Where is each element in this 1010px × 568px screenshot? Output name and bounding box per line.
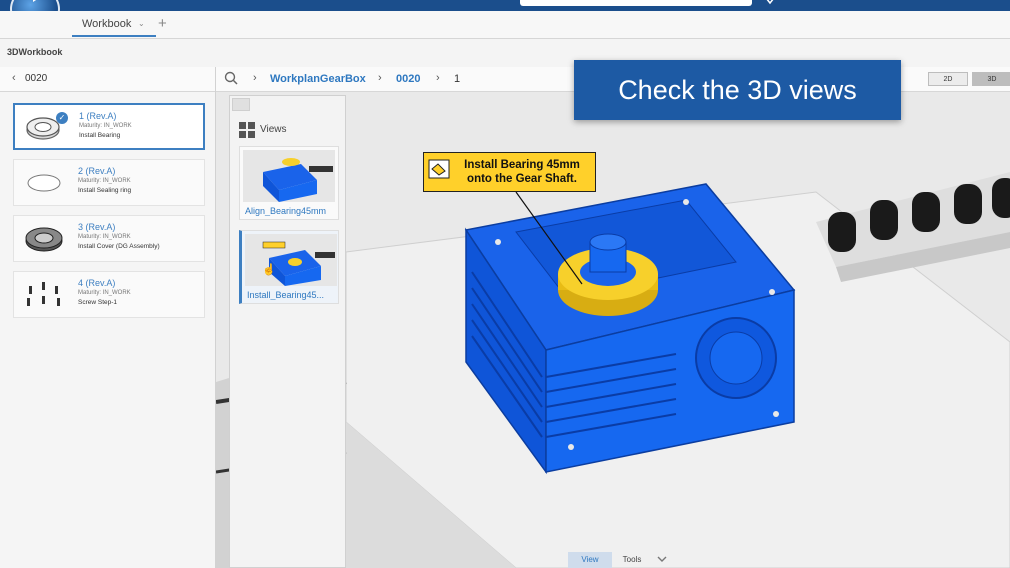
view-card-align[interactable]: Align_Bearing45mm [239, 146, 339, 220]
view-caption: Install_Bearing45... [247, 290, 325, 300]
panel-tab[interactable] [232, 98, 250, 111]
operation-name: 3 (Rev.A) [78, 222, 116, 232]
operation-description: Install Bearing [79, 132, 121, 139]
search-icon[interactable] [224, 71, 238, 85]
tab-label: Workbook [82, 18, 132, 30]
chevron-right-icon: › [436, 72, 440, 84]
play-icon [33, 0, 47, 2]
views-title: Views [260, 124, 287, 135]
views-panel: Views Align_Bearing45mm ☝ Install_Bearin… [229, 95, 346, 568]
instruction-banner: Check the 3D views [574, 60, 901, 120]
callout-icon [428, 159, 450, 179]
search-input[interactable] [520, 0, 752, 6]
operation-item-4[interactable]: 4 (Rev.A) Maturity: IN_WORK Screw Step-1 [13, 271, 205, 318]
operation-maturity: Maturity: IN_WORK [78, 234, 131, 240]
tab-tools[interactable]: Tools [612, 552, 652, 568]
tab-view[interactable]: View [568, 552, 612, 568]
operation-description: Install Sealing ring [78, 187, 132, 194]
views-grid-icon [239, 122, 255, 138]
operation-item-3[interactable]: 3 (Rev.A) Maturity: IN_WORK Install Cove… [13, 215, 205, 262]
banner-text: Check the 3D views [618, 75, 857, 105]
sealing-ring-thumbnail [27, 174, 61, 192]
tab-workbook[interactable]: Workbook ⌄ [72, 11, 156, 37]
operation-name: 2 (Rev.A) [78, 166, 116, 176]
view-2d-button[interactable]: 2D [928, 72, 968, 86]
app-title: 3DWorkbook [7, 47, 63, 57]
chevron-down-icon[interactable] [764, 0, 776, 6]
view-caption: Align_Bearing45mm [245, 206, 327, 216]
view-thumbnail [245, 234, 337, 286]
view-card-install[interactable]: ☝ Install_Bearing45... [239, 230, 339, 304]
operation-item-2[interactable]: 2 (Rev.A) Maturity: IN_WORK Install Seal… [13, 159, 205, 206]
chevron-down-icon[interactable]: ⌄ [138, 11, 145, 37]
breadcrumb-item-1[interactable]: 1 [454, 73, 460, 85]
operation-name: 4 (Rev.A) [78, 278, 116, 288]
top-bar [0, 0, 1010, 11]
screws-thumbnail [27, 282, 60, 306]
operation-maturity: Maturity: IN_WORK [78, 178, 131, 184]
operations-panel: ‹ 0020 ✓ 1 (Rev.A) Maturity: IN_WORK Ins… [0, 67, 216, 568]
breadcrumb-item-workplan[interactable]: WorkplanGearBox [270, 73, 366, 85]
cursor-icon: ☝ [262, 264, 276, 276]
operation-name: 1 (Rev.A) [79, 111, 117, 121]
operation-maturity: Maturity: IN_WORK [78, 290, 131, 296]
operation-maturity: Maturity: IN_WORK [79, 123, 132, 129]
operations-header-title: 0020 [25, 73, 48, 84]
back-icon[interactable]: ‹ [12, 72, 16, 84]
callout-text: Install Bearing 45mm onto the Gear Shaft… [464, 159, 580, 185]
view-3d-button[interactable]: 3D [972, 72, 1010, 86]
operations-header: ‹ 0020 [0, 67, 215, 92]
view-thumbnail [243, 150, 335, 202]
operation-description: Screw Step-1 [78, 299, 118, 306]
chevron-right-icon: › [253, 72, 257, 84]
breadcrumb-item-0020[interactable]: 0020 [396, 73, 420, 85]
cover-thumbnail [25, 227, 63, 252]
annotation-callout[interactable]: Install Bearing 45mm onto the Gear Shaft… [423, 152, 596, 192]
add-tab-icon[interactable]: + [158, 15, 167, 32]
chevron-right-icon: › [378, 72, 382, 84]
check-icon: ✓ [56, 112, 68, 124]
tab-bar: Workbook ⌄ + [0, 11, 1010, 39]
operation-description: Install Cover (DG Assembly) [78, 243, 160, 250]
rollers [816, 172, 1010, 282]
chevron-down-icon[interactable] [656, 554, 668, 564]
operation-item-1[interactable]: ✓ 1 (Rev.A) Maturity: IN_WORK Install Be… [13, 103, 205, 150]
